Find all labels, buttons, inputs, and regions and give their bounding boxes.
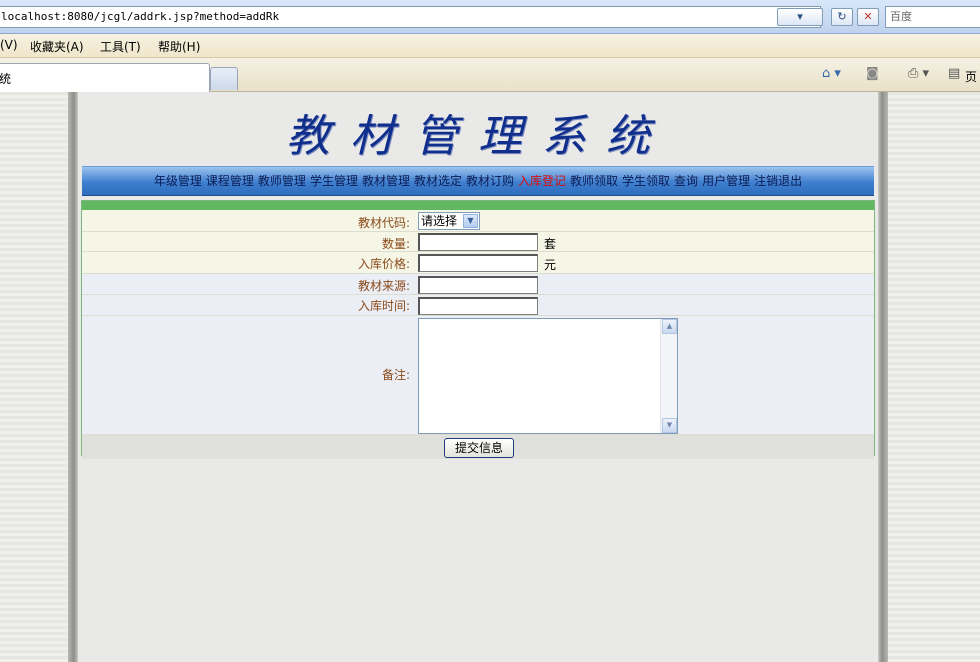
remark-label: 备注: bbox=[381, 368, 410, 382]
nav-item-8[interactable]: 教师领取 bbox=[570, 167, 618, 195]
chevron-down-icon[interactable]: ▼ bbox=[463, 214, 478, 228]
tab-current[interactable]: 统 bbox=[0, 63, 210, 92]
price-label: 入库价格: bbox=[357, 257, 410, 271]
code-select[interactable]: 请选择 ▼ bbox=[418, 212, 480, 230]
main-nav: 年级管理 课程管理 教师管理 学生管理 教材管理 教材选定 教材订购 入库登记 教师领取 学生领取… bbox=[82, 166, 874, 196]
quantity-input[interactable] bbox=[418, 233, 538, 251]
quantity-label: 数量: bbox=[381, 237, 410, 251]
source-label: 教材来源: bbox=[357, 279, 410, 293]
source-input[interactable] bbox=[418, 276, 538, 294]
nav-item-9[interactable]: 学生领取 bbox=[622, 167, 670, 195]
nav-item-2[interactable]: 教师管理 bbox=[258, 167, 306, 195]
nav-item-3[interactable]: 学生管理 bbox=[310, 167, 358, 195]
quantity-unit: 套 bbox=[544, 237, 557, 251]
row-quantity: 数量: 套 bbox=[82, 232, 874, 252]
stop-button[interactable]: ✕ bbox=[857, 8, 879, 26]
form-header-bar bbox=[82, 201, 874, 210]
feeds-icon[interactable]: ◙ bbox=[866, 66, 879, 81]
remark-scrollbar[interactable]: ▲ ▼ bbox=[660, 319, 677, 433]
code-label: 教材代码: bbox=[357, 216, 410, 230]
nav-item-7[interactable]: 入库登记 bbox=[518, 167, 566, 195]
row-time: 入库时间: bbox=[82, 295, 874, 316]
price-input[interactable] bbox=[418, 254, 538, 272]
scroll-up-icon[interactable]: ▲ bbox=[662, 319, 677, 334]
row-submit: 提交信息 bbox=[82, 435, 874, 459]
nav-item-6[interactable]: 教材订购 bbox=[466, 167, 514, 195]
nav-item-11[interactable]: 用户管理 bbox=[702, 167, 750, 195]
nav-item-1[interactable]: 课程管理 bbox=[206, 167, 254, 195]
menu-favorites[interactable]: 收藏夹(A) bbox=[30, 38, 84, 55]
page-gutter-left bbox=[0, 92, 68, 662]
nav-item-0[interactable]: 年级管理 bbox=[154, 167, 202, 195]
menu-bar: (V) 收藏夹(A) 工具(T) 帮助(H) bbox=[0, 34, 980, 58]
page-border-right bbox=[878, 92, 888, 662]
code-select-value: 请选择 bbox=[421, 214, 458, 228]
menu-view[interactable]: (V) bbox=[0, 38, 18, 52]
submit-button[interactable]: 提交信息 bbox=[444, 438, 514, 458]
new-tab-button[interactable] bbox=[210, 67, 238, 90]
row-price: 入库价格: 元 bbox=[82, 252, 874, 274]
row-source: 教材来源: bbox=[82, 274, 874, 295]
security-report-button[interactable]: ▾ bbox=[777, 8, 823, 26]
page-gutter-right bbox=[888, 92, 980, 662]
row-code: 教材代码: 请选择 ▼ bbox=[82, 210, 874, 232]
time-input[interactable] bbox=[418, 297, 538, 315]
scroll-down-icon[interactable]: ▼ bbox=[662, 418, 677, 433]
address-bar: localhost:8080/jcgl/addrk.jsp?method=add… bbox=[0, 0, 980, 34]
tab-bar: 统 ⌂ ▾ ◙ ⎙ ▾ ▤ 页 bbox=[0, 58, 980, 92]
url-input[interactable]: localhost:8080/jcgl/addrk.jsp?method=add… bbox=[0, 6, 821, 28]
home-icon[interactable]: ⌂ ▾ bbox=[822, 66, 841, 81]
price-unit: 元 bbox=[544, 258, 557, 272]
remark-textarea[interactable]: ▲ ▼ bbox=[418, 318, 678, 434]
stock-in-form: 教材代码: 请选择 ▼ 数量: 套 入库价格: 元 教材来源: 入库时间: 备注… bbox=[81, 200, 875, 459]
print-icon[interactable]: ⎙ ▾ bbox=[908, 66, 929, 81]
nav-item-5[interactable]: 教材选定 bbox=[414, 167, 462, 195]
page-border-left bbox=[68, 92, 78, 662]
menu-tools[interactable]: 工具(T) bbox=[100, 38, 141, 55]
page-content: 教材管理系统 年级管理 课程管理 教师管理 学生管理 教材管理 教材选定 教材订购 入库登记教… bbox=[78, 92, 878, 662]
nav-item-12[interactable]: 注销退出 bbox=[754, 167, 802, 195]
menu-help[interactable]: 帮助(H) bbox=[158, 38, 200, 55]
refresh-button[interactable]: ↻ bbox=[831, 8, 853, 26]
site-title: 教材管理系统 bbox=[286, 111, 670, 162]
nav-item-10[interactable]: 查询 bbox=[674, 167, 698, 195]
nav-item-4[interactable]: 教材管理 bbox=[362, 167, 410, 195]
row-remark: 备注: ▲ ▼ bbox=[82, 316, 874, 435]
search-input[interactable]: 百度 bbox=[885, 6, 980, 28]
page-icon[interactable]: ▤ bbox=[948, 66, 960, 81]
time-label: 入库时间: bbox=[357, 299, 410, 313]
page-menu-label[interactable]: 页 bbox=[965, 68, 977, 85]
